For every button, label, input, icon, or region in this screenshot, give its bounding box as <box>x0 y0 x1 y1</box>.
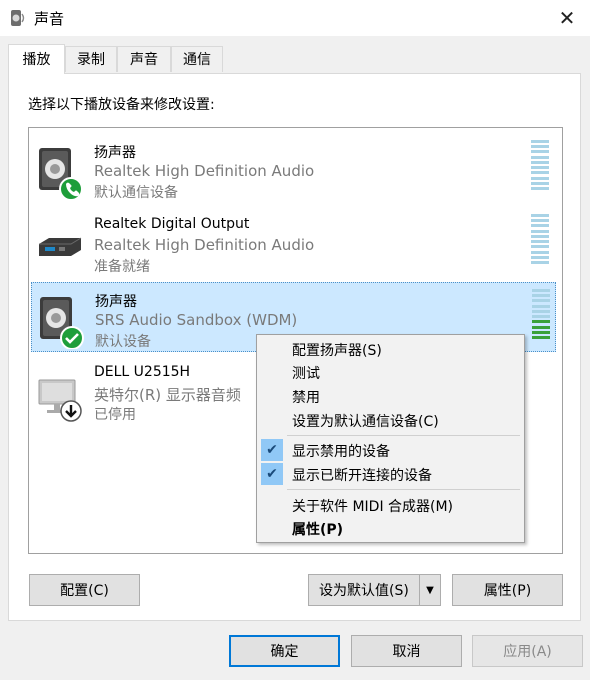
menu-item-test[interactable]: 测试 <box>292 363 320 383</box>
device-status: 已停用 <box>94 407 136 423</box>
menu-item-configure-speakers[interactable]: 配置扬声器(S) <box>292 340 382 360</box>
menu-separator <box>287 435 520 436</box>
chevron-down-icon[interactable]: ▼ <box>419 575 440 605</box>
title-bar: 声音 ✕ <box>0 0 590 36</box>
phone-badge-icon <box>59 177 83 201</box>
instruction-text: 选择以下播放设备来修改设置: <box>28 97 215 113</box>
menu-item-set-default-comm[interactable]: 设置为默认通信设备(C) <box>292 411 439 431</box>
menu-item-disable[interactable]: 禁用 <box>292 387 320 407</box>
device-item[interactable]: 扬声器 Realtek High Definition Audio 默认通信设备 <box>31 134 556 204</box>
device-name: 扬声器 <box>94 145 136 161</box>
speaker-app-icon <box>10 9 26 27</box>
device-description: Realtek High Definition Audio <box>94 236 315 254</box>
menu-separator <box>287 489 520 490</box>
window-title: 声音 <box>34 10 65 28</box>
close-icon: ✕ <box>558 6 576 30</box>
volume-meter <box>532 289 550 339</box>
menu-item-about-midi[interactable]: 关于软件 MIDI 合成器(M) <box>292 496 453 516</box>
configure-button[interactable]: 配置(C) <box>29 574 140 606</box>
menu-item-show-disconnected[interactable]: 显示已断开连接的设备 <box>292 465 432 485</box>
device-description: 英特尔(R) 显示器音频 <box>94 386 241 404</box>
menu-item-show-disabled[interactable]: 显示禁用的设备 <box>292 441 390 461</box>
device-name: Realtek Digital Output <box>94 216 250 232</box>
tab-communications[interactable]: 通信 <box>171 46 223 72</box>
cancel-button[interactable]: 取消 <box>351 635 462 667</box>
device-status: 默认设备 <box>95 334 151 350</box>
tab-playback[interactable]: 播放 <box>8 44 65 74</box>
device-description: Realtek High Definition Audio <box>94 162 315 180</box>
close-button[interactable]: ✕ <box>544 0 590 36</box>
speaker-icon <box>35 144 87 201</box>
volume-meter <box>531 140 549 190</box>
menu-item-properties[interactable]: 属性(P) <box>292 519 343 539</box>
device-status: 准备就绪 <box>94 259 150 275</box>
tab-recording[interactable]: 录制 <box>65 46 117 72</box>
volume-meter <box>531 214 549 264</box>
speaker-icon <box>36 293 88 350</box>
check-badge-icon <box>60 326 84 350</box>
checkmark-icon: ✔ <box>261 463 283 485</box>
tab-sounds[interactable]: 声音 <box>117 46 171 72</box>
device-item[interactable]: Realtek Digital Output Realtek High Defi… <box>31 208 556 278</box>
device-name: 扬声器 <box>95 294 137 310</box>
ok-button[interactable]: 确定 <box>229 635 340 667</box>
set-default-button[interactable]: 设为默认值(S) ▼ <box>308 574 441 606</box>
monitor-icon <box>35 366 87 422</box>
device-name: DELL U2515H <box>94 364 191 380</box>
apply-button[interactable]: 应用(A) <box>472 635 583 667</box>
device-status: 默认通信设备 <box>94 185 178 201</box>
checkmark-icon: ✔ <box>261 439 283 461</box>
device-description: SRS Audio Sandbox (WDM) <box>95 311 298 329</box>
context-menu: 配置扬声器(S) 测试 禁用 设置为默认通信设备(C) ✔ 显示禁用的设备 ✔ … <box>256 334 525 543</box>
digital-output-icon <box>35 218 87 274</box>
properties-button[interactable]: 属性(P) <box>452 574 563 606</box>
